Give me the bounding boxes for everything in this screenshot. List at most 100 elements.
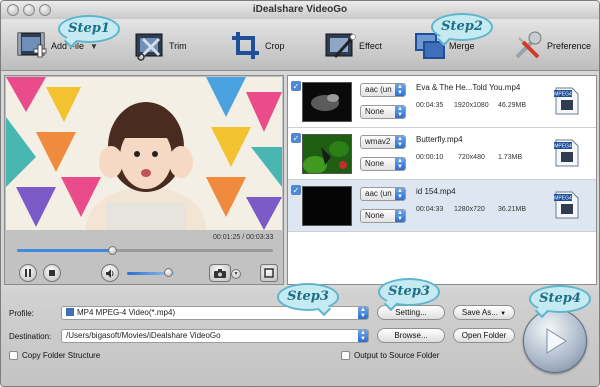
file-duration: 00:04:33 (416, 206, 444, 213)
file-resolution: 1920x1080 (454, 102, 489, 109)
audio-track-value: wmav2 (365, 137, 391, 146)
file-duration: 00:04:35 (416, 102, 444, 109)
file-resolution: 720x480 (458, 154, 485, 161)
mute-button[interactable] (101, 264, 119, 282)
chevron-down-icon: ▼ (500, 311, 507, 317)
merge-label: Merge (449, 41, 475, 51)
browse-button[interactable]: Browse... (377, 328, 445, 343)
subtitle-value: None (365, 107, 385, 116)
file-resolution: 1280x720 (454, 206, 485, 213)
snapshot-dropdown-button[interactable]: ▼ (231, 269, 241, 279)
destination-value: /Users/bigasoft/Movies/iDealshare VideoG… (66, 331, 221, 340)
trim-label: Trim (169, 41, 187, 51)
seek-bar[interactable] (17, 246, 273, 255)
camera-icon (214, 268, 226, 278)
file-checkbox[interactable]: ✓ (291, 133, 301, 143)
crop-label: Crop (265, 41, 285, 51)
file-checkbox[interactable]: ✓ (291, 185, 301, 195)
select-arrows-icon: ▲ ▼ (358, 307, 368, 319)
wrench-screwdriver-icon (515, 31, 542, 59)
select-arrows-icon: ▲ ▼ (395, 158, 405, 170)
step1-callout: Step1 (58, 15, 120, 43)
app-window: iDealshare VideoGo Add File ▼ Trim Crop … (0, 0, 600, 387)
file-name: id 154.mp4 (416, 187, 456, 196)
file-size: 46.29MB (498, 102, 527, 109)
mpeg4-file-icon: MPEG4 (554, 139, 579, 167)
preference-label: Preference (547, 41, 592, 51)
window-title: iDealshare VideoGo (252, 4, 348, 15)
file-size: 1.73MB (498, 154, 523, 161)
crop-icon (232, 32, 259, 59)
select-arrows-icon: ▲ ▼ (395, 210, 405, 222)
minimize-window-button[interactable] (23, 4, 35, 16)
video-preview[interactable] (6, 77, 282, 230)
mpeg4-file-icon: MPEG4 (554, 191, 579, 219)
stop-icon (49, 270, 55, 276)
close-window-button[interactable] (7, 4, 19, 16)
file-checkbox[interactable]: ✓ (291, 81, 301, 91)
convert-button[interactable] (523, 309, 587, 373)
step2-callout: Step2 (431, 13, 493, 41)
file-name: Butterfly.mp4 (416, 135, 463, 144)
file-list: ✓ aac (un ▲ ▼ None ▲ ▼ Eva & The He...Told Y… (287, 75, 597, 285)
file-row[interactable]: ✓ wmav2 ▲ ▼ None ▲ ▼ Butterfly.mp4 00:00:10 … (288, 128, 596, 180)
file-row[interactable]: ✓ aac (un ▲ ▼ None ▲ ▼ id 154.mp4 00:04:33 1… (288, 180, 596, 232)
step3-settings-callout: Step3 (378, 278, 440, 306)
video-frame-image (6, 77, 282, 230)
subtitle-value: None (365, 159, 385, 168)
copy-folder-structure-checkbox[interactable] (9, 351, 18, 360)
save-as-button[interactable]: Save As... ▼ (453, 305, 515, 320)
step3-profile-callout: Step3 (277, 283, 339, 311)
pause-button[interactable] (19, 264, 37, 282)
open-folder-button[interactable]: Open Folder (453, 328, 515, 343)
svg-text:MPEG4: MPEG4 (554, 144, 572, 150)
stop-button[interactable] (43, 264, 61, 282)
fullscreen-icon (264, 268, 274, 278)
audio-track-select[interactable]: aac (un ▲ ▼ (360, 83, 406, 97)
select-arrows-icon: ▲ ▼ (358, 330, 368, 342)
file-duration: 00:00:10 (416, 154, 444, 161)
fullscreen-button[interactable] (260, 264, 278, 282)
add-file-icon (17, 32, 47, 58)
mpeg4-file-icon: MPEG4 (554, 87, 579, 115)
mp4-profile-icon (66, 308, 74, 316)
audio-track-value: aac (un (365, 85, 392, 94)
speaker-icon (106, 268, 114, 278)
trim-icon (135, 33, 163, 61)
file-row[interactable]: ✓ aac (un ▲ ▼ None ▲ ▼ Eva & The He...Told Y… (288, 76, 596, 128)
save-as-label: Save As... (461, 308, 498, 317)
select-arrows-icon: ▲ ▼ (395, 136, 405, 148)
chevron-down-icon: ▼ (233, 271, 239, 277)
output-to-source-checkbox[interactable] (341, 351, 350, 360)
crop-button[interactable]: Crop (229, 27, 285, 65)
audio-track-value: aac (un (365, 189, 392, 198)
destination-path-select[interactable]: /Users/bigasoft/Movies/iDealshare VideoG… (61, 329, 369, 343)
subtitle-select[interactable]: None ▲ ▼ (360, 105, 406, 119)
volume-slider-handle[interactable] (163, 268, 173, 277)
output-to-source-label: Output to Source Folder (354, 351, 440, 360)
audio-track-select[interactable]: wmav2 ▲ ▼ (360, 135, 406, 149)
preference-button[interactable]: Preference (511, 27, 591, 65)
zoom-window-button[interactable] (39, 4, 51, 16)
subtitle-select[interactable]: None ▲ ▼ (360, 157, 406, 171)
file-name: Eva & The He...Told You.mp4 (416, 83, 521, 92)
audio-track-select[interactable]: aac (un ▲ ▼ (360, 187, 406, 201)
destination-label: Destination: (9, 332, 52, 341)
select-arrows-icon: ▲ ▼ (395, 106, 405, 118)
snapshot-button[interactable] (209, 264, 231, 282)
seek-bar-progress (17, 249, 112, 252)
file-thumbnail (302, 186, 352, 226)
svg-text:MPEG4: MPEG4 (554, 92, 572, 98)
subtitle-select[interactable]: None ▲ ▼ (360, 209, 406, 223)
effect-icon (325, 33, 356, 59)
profile-value: MP4 MPEG-4 Video(*.mp4) (77, 308, 176, 317)
effect-button[interactable]: Effect (323, 27, 382, 65)
select-arrows-icon: ▲ ▼ (395, 188, 405, 200)
play-icon (546, 328, 567, 354)
profile-label: Profile: (9, 309, 34, 318)
file-size: 36.21MB (498, 206, 527, 213)
file-thumbnail (302, 134, 352, 174)
seek-bar-handle[interactable] (107, 246, 117, 255)
trim-button[interactable]: Trim (133, 27, 187, 65)
file-thumbnail (302, 82, 352, 122)
